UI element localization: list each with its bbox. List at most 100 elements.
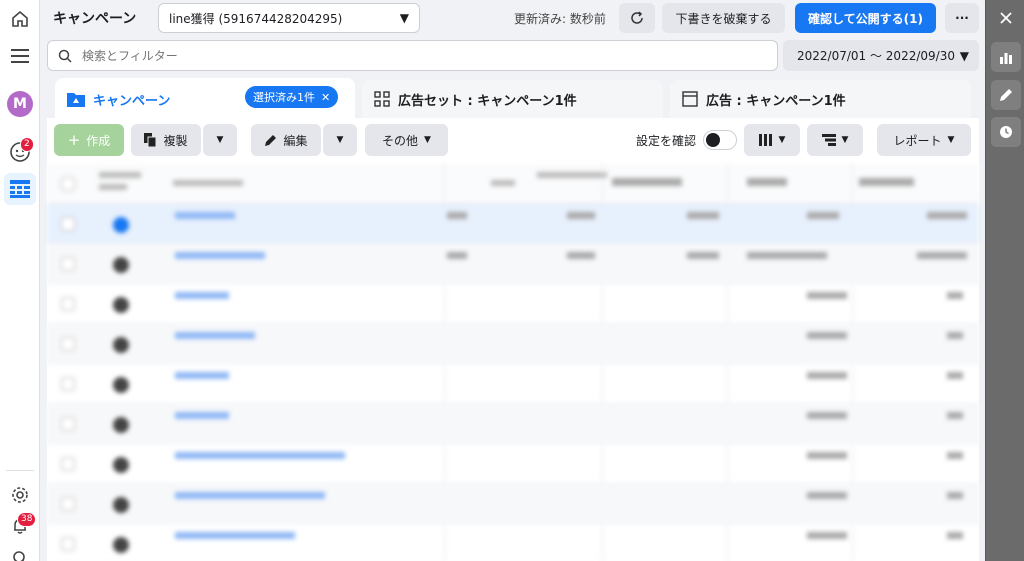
- review-settings-label: 設定を確認: [636, 134, 697, 148]
- table-row[interactable]: [47, 364, 979, 404]
- table-row[interactable]: [47, 444, 979, 484]
- status-dot[interactable]: [113, 417, 129, 433]
- chevron-down-icon: ▼: [216, 135, 224, 145]
- review-publish-button[interactable]: 確認して公開する(1): [795, 3, 936, 33]
- status-dot[interactable]: [113, 497, 129, 513]
- chevron-down-icon: ▼: [399, 11, 409, 25]
- tab-ad-label: 広告 : キャンペーン1件: [706, 93, 846, 109]
- campaign-panel: + 作成 複製 ▼ 編集 ▼ その他 ▼ 設定を確認 ▼ ▼ レポート ▼: [47, 118, 979, 561]
- table-row[interactable]: [47, 484, 979, 524]
- history-button[interactable]: [991, 117, 1021, 147]
- menu-icon[interactable]: [4, 40, 36, 72]
- edit-button-label: 編集: [283, 133, 308, 148]
- ads-manager-table-icon[interactable]: [4, 173, 36, 205]
- folder-icon: [67, 93, 85, 107]
- date-range-picker[interactable]: 2022/07/01 〜 2022/09/30 ▼: [783, 40, 979, 71]
- left-navigation-rail: M 2 38: [0, 0, 40, 561]
- status-dot[interactable]: [113, 257, 129, 273]
- tab-campaign-label: キャンペーン: [93, 93, 171, 109]
- bell-badge: 38: [17, 512, 37, 527]
- bar-chart-icon: [1000, 53, 1012, 64]
- columns-button[interactable]: ▼: [744, 124, 800, 156]
- status-dot[interactable]: [113, 377, 129, 393]
- top-bar: キャンペーン line獲得 (591674428204295) ▼ 更新済み: …: [41, 0, 985, 36]
- status-dot[interactable]: [113, 337, 129, 353]
- duplicate-button[interactable]: 複製: [131, 124, 201, 156]
- bell-icon[interactable]: 38: [4, 510, 37, 542]
- row-checkbox[interactable]: [61, 377, 75, 391]
- account-select[interactable]: line獲得 (591674428204295) ▼: [158, 3, 420, 33]
- status-dot[interactable]: [113, 297, 129, 313]
- create-button-label: 作成: [86, 133, 111, 148]
- columns-icon: [758, 134, 772, 146]
- chevron-down-icon: ▼: [841, 135, 849, 145]
- account-avatar[interactable]: M: [4, 88, 36, 120]
- gear-icon[interactable]: [4, 479, 36, 511]
- edit-dropdown-button[interactable]: ▼: [323, 124, 357, 156]
- date-range-value: 2022/07/01 〜 2022/09/30: [797, 49, 955, 63]
- table-header: [47, 164, 979, 204]
- duplicate-icon: [144, 133, 157, 147]
- close-icon: [1000, 12, 1012, 24]
- chevron-down-icon: ▼: [778, 135, 786, 145]
- table-row[interactable]: [47, 324, 979, 364]
- row-checkbox[interactable]: [61, 457, 75, 471]
- duplicate-dropdown-button[interactable]: ▼: [203, 124, 237, 156]
- close-icon[interactable]: ✕: [321, 91, 330, 104]
- tab-ad[interactable]: 広告 : キャンペーン1件: [670, 80, 971, 118]
- selected-chip[interactable]: 選択済み1件 ✕: [245, 86, 339, 108]
- discard-draft-button[interactable]: 下書きを破棄する: [662, 3, 785, 33]
- search-filter-box[interactable]: [47, 40, 778, 71]
- row-checkbox[interactable]: [61, 217, 75, 231]
- updated-status: 更新済み: 数秒前: [514, 12, 606, 26]
- tab-adset-label: 広告セット : キャンペーン1件: [398, 93, 577, 109]
- table-row[interactable]: [47, 404, 979, 444]
- search-input[interactable]: [82, 48, 682, 63]
- page-title: キャンペーン: [53, 11, 137, 27]
- clock-icon: [1000, 126, 1012, 138]
- create-button[interactable]: + 作成: [54, 124, 124, 156]
- table-row[interactable]: [47, 204, 979, 244]
- other-actions-button[interactable]: その他 ▼: [365, 124, 448, 156]
- row-checkbox[interactable]: [61, 297, 75, 311]
- table-row[interactable]: [47, 284, 979, 324]
- report-button[interactable]: レポート ▼: [877, 124, 971, 156]
- close-panel-button[interactable]: [991, 3, 1021, 33]
- charts-button[interactable]: [991, 42, 1021, 72]
- right-side-panel: [985, 0, 1024, 561]
- ad-page-icon: [682, 91, 698, 107]
- status-dot[interactable]: [113, 217, 129, 233]
- edit-button[interactable]: 編集: [251, 124, 321, 156]
- breakdown-icon: [821, 134, 836, 146]
- profile-emoji-icon[interactable]: 2: [4, 136, 36, 168]
- search-icon[interactable]: [4, 542, 36, 561]
- account-select-value: line獲得 (591674428204295): [169, 11, 343, 26]
- search-icon: [58, 49, 72, 63]
- row-checkbox[interactable]: [61, 337, 75, 351]
- select-all-checkbox[interactable]: [61, 177, 75, 191]
- table-row[interactable]: [47, 524, 979, 561]
- review-settings-toggle[interactable]: [703, 130, 737, 150]
- more-options-button[interactable]: ···: [945, 3, 979, 33]
- tab-adset[interactable]: 広告セット : キャンペーン1件: [362, 80, 663, 118]
- chevron-down-icon: ▼: [336, 135, 344, 145]
- pencil-icon: [1000, 89, 1012, 101]
- report-button-label: レポート: [893, 133, 942, 148]
- duplicate-button-label: 複製: [163, 133, 188, 148]
- plus-icon: +: [67, 131, 81, 149]
- row-checkbox[interactable]: [61, 257, 75, 271]
- refresh-button[interactable]: [619, 3, 655, 33]
- refresh-icon: [631, 11, 643, 24]
- table-row[interactable]: [47, 244, 979, 284]
- row-checkbox[interactable]: [61, 497, 75, 511]
- breakdown-button[interactable]: ▼: [807, 124, 863, 156]
- selected-chip-label: 選択済み1件: [253, 91, 315, 104]
- status-dot[interactable]: [113, 457, 129, 473]
- edit-panel-button[interactable]: [991, 80, 1021, 110]
- status-dot[interactable]: [113, 537, 129, 553]
- tab-campaign[interactable]: キャンペーン 選択済み1件 ✕: [55, 78, 355, 120]
- home-icon[interactable]: [4, 3, 36, 35]
- row-checkbox[interactable]: [61, 537, 75, 551]
- row-checkbox[interactable]: [61, 417, 75, 431]
- other-actions-label: その他: [382, 133, 419, 148]
